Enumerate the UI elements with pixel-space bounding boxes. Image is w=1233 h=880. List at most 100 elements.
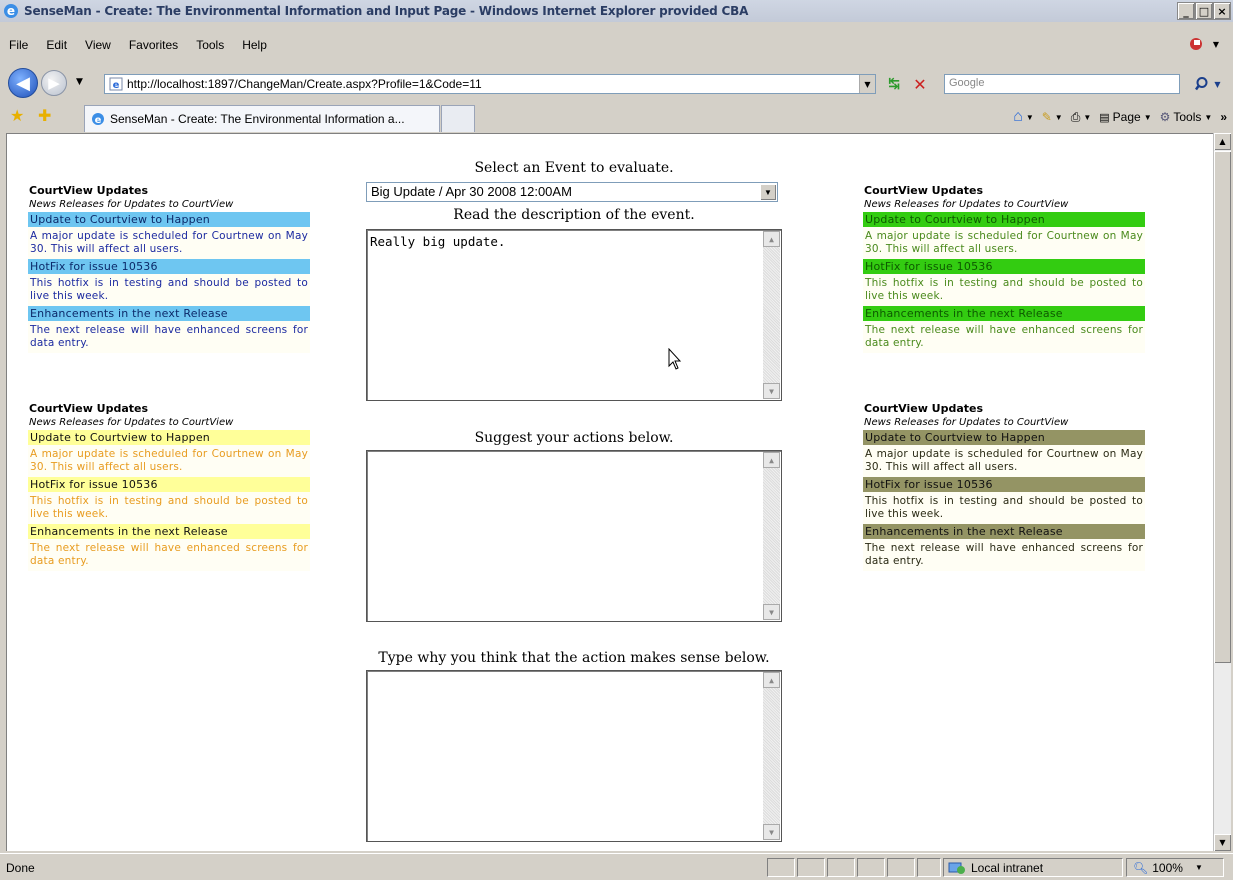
scroll-up-icon[interactable]: ▲	[763, 231, 780, 247]
svg-text:e: e	[113, 80, 120, 91]
menu-tools[interactable]: Tools	[187, 38, 233, 52]
pen-icon: ✎	[1041, 110, 1052, 124]
status-segment	[857, 858, 885, 877]
scroll-up-icon[interactable]: ▲	[763, 452, 780, 468]
forward-button[interactable]: ▶	[41, 70, 67, 96]
menu-favorites[interactable]: Favorites	[120, 38, 187, 52]
home-icon: ⌂	[1013, 108, 1023, 125]
page-scrollbar[interactable]: ▲ ▼	[1213, 133, 1231, 851]
status-bar: Done Local intranet 🔍︎ 100% ▼	[0, 853, 1233, 880]
news-item-desc: The next release will have enhanced scre…	[865, 324, 1143, 349]
print-button[interactable]: ⎙ ▼	[1071, 110, 1092, 125]
news-item-title[interactable]: HotFix for issue 10536	[28, 477, 310, 492]
address-bar[interactable]: e http://localhost:1897/ChangeMan/Create…	[104, 74, 876, 94]
chevron-down-icon[interactable]: ▼	[1195, 863, 1203, 872]
scrollbar-thumb[interactable]	[1214, 151, 1231, 663]
scroll-down-icon[interactable]: ▼	[763, 824, 780, 840]
menu-help[interactable]: Help	[233, 38, 276, 52]
tab-ie-icon: e	[92, 113, 104, 126]
search-button[interactable]: ▼	[1190, 74, 1226, 94]
menu-edit[interactable]: Edit	[37, 38, 76, 52]
maximize-button[interactable]: □	[1195, 2, 1213, 20]
news-item-title[interactable]: Enhancements in the next Release	[863, 306, 1145, 321]
tab-senseman[interactable]: e SenseMan - Create: The Environmental I…	[84, 105, 440, 132]
news-item-title[interactable]: HotFix for issue 10536	[863, 259, 1145, 274]
chevron-more-icon[interactable]: »	[1220, 110, 1227, 124]
news-item-title[interactable]: Enhancements in the next Release	[28, 306, 310, 321]
chevron-down-icon[interactable]: ▼	[760, 184, 776, 200]
scroll-down-icon[interactable]: ▼	[1214, 834, 1231, 851]
stop-icon: ✕	[913, 74, 927, 94]
toolbar-flag-menu[interactable]: ▼	[1188, 36, 1219, 52]
news-item-title[interactable]: Update to Courtview to Happen	[863, 212, 1145, 227]
window-title-bar: e SenseMan - Create: The Environmental I…	[0, 0, 1233, 22]
status-segment	[767, 858, 795, 877]
menu-file[interactable]: File	[0, 38, 37, 52]
page-icon: e	[109, 77, 123, 91]
scroll-up-icon[interactable]: ▲	[763, 672, 780, 688]
gear-icon: ⚙	[1159, 110, 1171, 124]
minimize-button[interactable]: _	[1177, 2, 1195, 20]
news-item-title[interactable]: Enhancements in the next Release	[863, 524, 1145, 539]
news-item-desc: The next release will have enhanced scre…	[865, 542, 1143, 567]
status-segment	[917, 858, 941, 877]
news-item-desc: A major update is scheduled for Courtnew…	[30, 448, 308, 473]
reason-label: Type why you think that the action makes…	[378, 650, 770, 666]
tools-menu-button[interactable]: ⚙ Tools ▼	[1160, 110, 1213, 124]
new-tab-button[interactable]	[441, 105, 475, 132]
history-dropdown-icon[interactable]: ▼	[76, 77, 83, 87]
zoom-control[interactable]: 🔍︎ 100% ▼	[1126, 858, 1224, 877]
refresh-button[interactable]: ↹	[883, 74, 905, 94]
news-panel-blue: CourtView Updates News Releases for Upda…	[28, 182, 310, 353]
panel-heading: CourtView Updates	[863, 182, 1145, 198]
page-menu-button[interactable]: ▤ Page ▼	[1099, 110, 1151, 124]
status-segment	[827, 858, 855, 877]
actions-textarea[interactable]: ▲ ▼	[366, 450, 782, 622]
window-controls: _ □ ×	[1177, 2, 1231, 20]
news-item-title[interactable]: HotFix for issue 10536	[863, 477, 1145, 492]
menu-view[interactable]: View	[76, 38, 120, 52]
scroll-down-icon[interactable]: ▼	[763, 604, 780, 620]
reason-textarea[interactable]: ▲ ▼	[366, 670, 782, 842]
scroll-up-icon[interactable]: ▲	[1214, 133, 1231, 150]
description-textarea[interactable]: Really big update. ▲ ▼	[366, 229, 782, 401]
address-url[interactable]: http://localhost:1897/ChangeMan/Create.a…	[127, 77, 482, 91]
news-panel-olive: CourtView Updates News Releases for Upda…	[863, 400, 1145, 571]
news-item-title[interactable]: Update to Courtview to Happen	[863, 430, 1145, 445]
zoom-level: 100%	[1152, 860, 1183, 875]
page-menu-label: Page	[1112, 110, 1141, 124]
svg-text:e: e	[95, 115, 102, 126]
flag-icon	[1189, 38, 1202, 50]
news-item-title[interactable]: Update to Courtview to Happen	[28, 212, 310, 227]
panel-heading: CourtView Updates	[863, 400, 1145, 416]
news-item-title[interactable]: Enhancements in the next Release	[28, 524, 310, 539]
select-event-label: Select an Event to evaluate.	[474, 160, 674, 176]
tools-menu-label: Tools	[1173, 110, 1202, 124]
stop-button[interactable]: ✕	[909, 74, 931, 94]
feeds-button[interactable]: ✎ ▼	[1042, 110, 1063, 124]
search-icon	[1195, 77, 1208, 91]
window-title: SenseMan - Create: The Environmental Inf…	[24, 4, 749, 18]
home-button[interactable]: ⌂ ▼	[1013, 108, 1034, 126]
actions-scrollbar[interactable]: ▲ ▼	[763, 452, 780, 620]
panel-subheading: News Releases for Updates to CourtView	[28, 416, 310, 430]
panel-heading: CourtView Updates	[28, 400, 310, 416]
address-dropdown-icon[interactable]: ▼	[859, 75, 875, 93]
back-button[interactable]: ◀	[8, 68, 38, 98]
tab-label: SenseMan - Create: The Environmental Inf…	[110, 112, 405, 126]
news-item-title[interactable]: HotFix for issue 10536	[28, 259, 310, 274]
add-favorite-icon[interactable]: ✚	[38, 106, 51, 125]
security-zone[interactable]: Local intranet	[943, 858, 1123, 877]
panel-subheading: News Releases for Updates to CourtView	[863, 416, 1145, 430]
event-select[interactable]: Big Update / Apr 30 2008 12:00AM ▼	[366, 182, 778, 202]
news-item-title[interactable]: Update to Courtview to Happen	[28, 430, 310, 445]
scroll-down-icon[interactable]: ▼	[763, 383, 780, 399]
search-input[interactable]: Google	[944, 74, 1180, 94]
description-scrollbar[interactable]: ▲ ▼	[763, 231, 780, 399]
favorites-star-icon[interactable]: ★	[10, 106, 24, 125]
panel-subheading: News Releases for Updates to CourtView	[28, 198, 310, 212]
reason-scrollbar[interactable]: ▲ ▼	[763, 672, 780, 840]
status-segment	[887, 858, 915, 877]
status-segment	[797, 858, 825, 877]
close-button[interactable]: ×	[1213, 2, 1231, 20]
